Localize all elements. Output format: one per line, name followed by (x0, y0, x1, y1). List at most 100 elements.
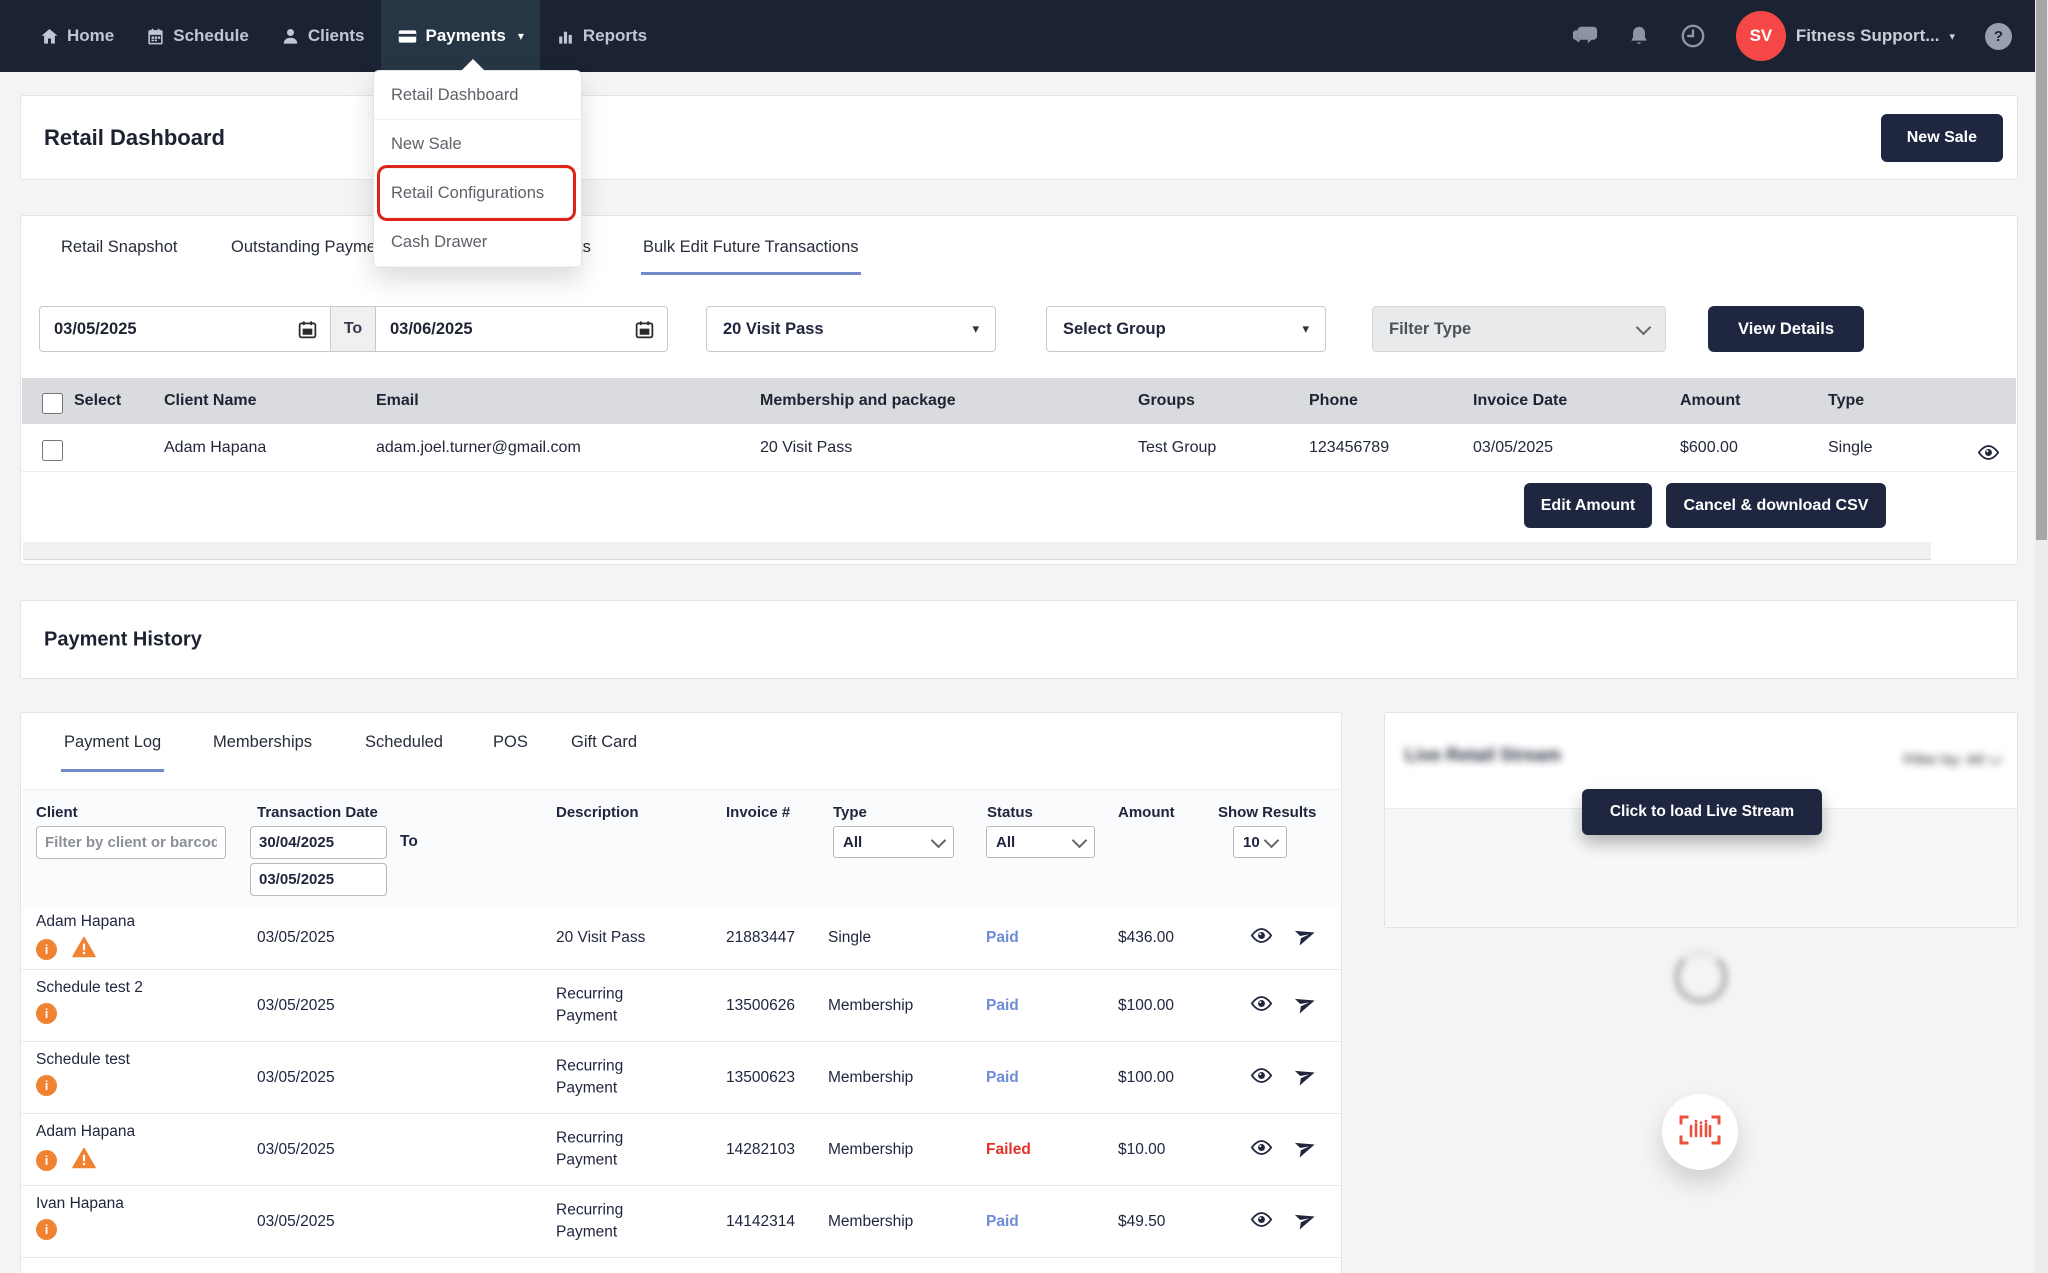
partial-next-row (22, 1258, 1340, 1273)
transaction-date-from-input[interactable] (250, 826, 387, 859)
nav-item-schedule[interactable]: Schedule (130, 0, 265, 72)
row-date: 03/05/2025 (257, 1069, 335, 1087)
eye-icon[interactable] (1250, 924, 1273, 952)
warning-icon[interactable] (72, 1147, 96, 1174)
transaction-date-to-input[interactable] (250, 863, 387, 896)
load-live-stream-button[interactable]: Click to load Live Stream (1582, 789, 1822, 835)
row-status: Failed (986, 1141, 1031, 1159)
select-all-checkbox[interactable] (42, 393, 63, 414)
nav-item-reports[interactable]: Reports (540, 0, 663, 72)
send-icon[interactable] (1294, 992, 1317, 1020)
client-filter-input[interactable] (36, 826, 226, 859)
info-icon[interactable]: i (36, 1219, 57, 1240)
row-client: Adam Hapana (36, 1123, 135, 1141)
bell-icon[interactable] (1628, 24, 1650, 48)
row-flags: i (36, 936, 96, 963)
row-flags: i (36, 1003, 57, 1024)
warning-icon[interactable] (72, 936, 96, 963)
view-details-button[interactable]: View Details (1708, 306, 1864, 352)
help-icon[interactable]: ? (1985, 23, 2012, 50)
eye-icon[interactable] (1977, 436, 2000, 483)
col-client-name: Client Name (164, 378, 256, 424)
menu-item-retail-configurations[interactable]: Retail Configurations (374, 169, 581, 218)
send-icon[interactable] (1294, 1064, 1317, 1092)
barcode-icon (1679, 1115, 1721, 1150)
user-menu[interactable]: SV Fitness Support... ▾ (1736, 11, 1955, 61)
eye-icon[interactable] (1250, 1064, 1273, 1092)
menu-item-cash-drawer[interactable]: Cash Drawer (374, 218, 581, 267)
filter-type-value: Filter Type (1389, 320, 1471, 339)
nav-label-clients: Clients (308, 26, 365, 46)
tab-bulk-edit-future-transactions[interactable]: Bulk Edit Future Transactions (643, 238, 859, 257)
type-select[interactable]: All (833, 826, 954, 858)
barcode-scan-button[interactable] (1662, 1094, 1738, 1170)
new-sale-button[interactable]: New Sale (1881, 114, 2003, 162)
eye-icon[interactable] (1250, 992, 1273, 1020)
row-client: Ivan Hapana (36, 1195, 124, 1213)
scrollbar-thumb[interactable] (2036, 0, 2047, 540)
cell-groups: Test Group (1138, 424, 1216, 471)
row-client: Schedule test 2 (36, 979, 143, 997)
payment-log-card: Payment Log Memberships Scheduled POS Gi… (20, 712, 1342, 1273)
info-icon[interactable]: i (36, 1150, 57, 1171)
row-flags: i (36, 1075, 57, 1096)
row-type: Membership (828, 1141, 913, 1159)
info-icon[interactable]: i (36, 1075, 57, 1096)
col-amount: Amount (1680, 378, 1740, 424)
credit-card-icon (397, 26, 418, 47)
col-groups: Groups (1138, 378, 1195, 424)
col-type: Type (1828, 378, 1864, 424)
eye-icon[interactable] (1250, 1208, 1273, 1236)
menu-item-new-sale[interactable]: New Sale (374, 120, 581, 169)
chat-icon[interactable] (1572, 24, 1598, 48)
loading-spinner (1673, 949, 1729, 1005)
filter-type-select[interactable]: Filter Type (1372, 306, 1666, 352)
tab-payment-log[interactable]: Payment Log (64, 733, 161, 752)
cancel-download-csv-button[interactable]: Cancel & download CSV (1666, 483, 1886, 528)
row-checkbox[interactable] (42, 440, 63, 461)
date-from-input[interactable] (39, 306, 331, 352)
to-label: To (400, 833, 418, 851)
show-results-select[interactable]: 10 (1233, 826, 1287, 858)
edit-amount-button[interactable]: Edit Amount (1524, 483, 1652, 528)
info-icon[interactable]: i (36, 1003, 57, 1024)
info-icon[interactable]: i (36, 939, 57, 960)
nav-label-home: Home (67, 26, 114, 46)
menu-item-retail-dashboard[interactable]: Retail Dashboard (374, 71, 581, 120)
group-select-value: Select Group (1063, 320, 1166, 339)
tab-retail-snapshot[interactable]: Retail Snapshot (61, 238, 178, 257)
tab-scheduled[interactable]: Scheduled (365, 733, 443, 752)
tab-gift-card[interactable]: Gift Card (571, 733, 637, 752)
send-icon[interactable] (1294, 1136, 1317, 1164)
membership-select[interactable]: 20 Visit Pass ▾ (706, 306, 996, 352)
live-stream-filter[interactable]: Filter by: All (1904, 751, 2001, 767)
payments-dropdown-menu: Retail Dashboard New Sale Retail Configu… (373, 70, 582, 268)
row-type: Single (828, 929, 871, 947)
tab-memberships[interactable]: Memberships (213, 733, 312, 752)
eye-icon[interactable] (1250, 1136, 1273, 1164)
chevron-down-icon (931, 832, 947, 848)
filter-label-client: Client (36, 804, 78, 821)
send-icon[interactable] (1294, 924, 1317, 952)
date-to-input[interactable] (375, 306, 668, 352)
row-client: Adam Hapana (36, 913, 135, 931)
horizontal-scrollbar[interactable] (23, 542, 1931, 560)
chevron-down-icon: ▾ (1949, 30, 1955, 43)
clock-icon[interactable] (1680, 23, 1706, 49)
nav-item-clients[interactable]: Clients (265, 0, 381, 72)
cell-type: Single (1828, 424, 1872, 471)
nav-item-home[interactable]: Home (24, 0, 130, 72)
payment-row: Adam Hapana i 03/05/2025 Recurring Payme… (22, 1114, 1340, 1186)
send-icon[interactable] (1294, 1208, 1317, 1236)
group-select[interactable]: Select Group ▾ (1046, 306, 1326, 352)
payment-history-card: Payment History (20, 600, 2018, 679)
nav-label-payments: Payments (426, 26, 506, 46)
vertical-scrollbar[interactable] (2035, 0, 2048, 1273)
status-select[interactable]: All (986, 826, 1095, 858)
tab-pos[interactable]: POS (493, 733, 528, 752)
row-type: Membership (828, 1069, 913, 1087)
cell-email: adam.joel.turner@gmail.com (376, 424, 581, 471)
row-type: Membership (828, 1213, 913, 1231)
page-title: Retail Dashboard (44, 125, 225, 151)
col-invoice-date: Invoice Date (1473, 378, 1567, 424)
